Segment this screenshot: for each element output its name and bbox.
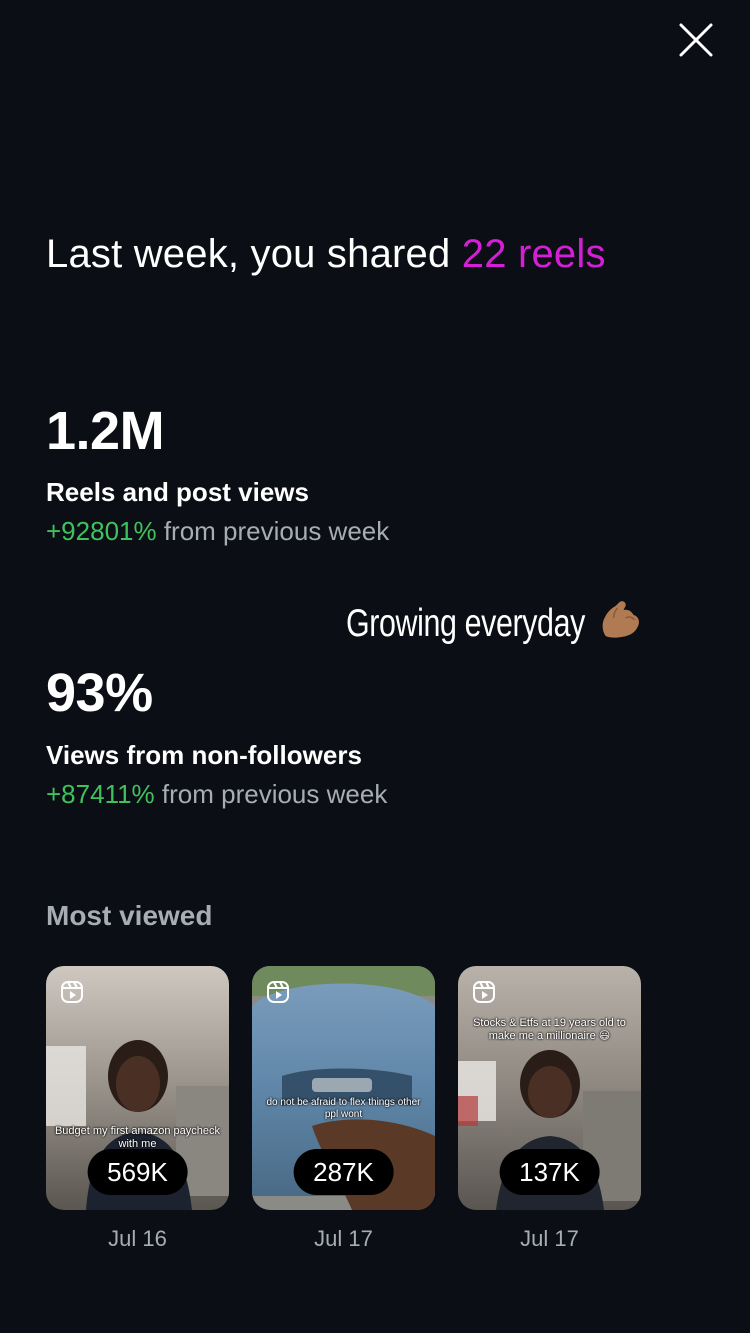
reel-caption: Stocks & Etfs at 19 years old to make me…: [473, 1017, 626, 1042]
reel-card-2[interactable]: do not be afraid to flex things other pp…: [252, 966, 435, 1210]
views-change: +92801% from previous week: [46, 516, 389, 547]
headline-prefix: Last week, you shared: [46, 232, 462, 276]
headline-accent: 22 reels: [461, 232, 606, 276]
reel-view-count: 287K: [293, 1149, 394, 1195]
non-followers-change-pct: +87411%: [46, 779, 155, 809]
views-change-pct: +92801%: [46, 516, 157, 546]
reel-date: Jul 16: [108, 1226, 167, 1251]
most-viewed-title: Most viewed: [46, 900, 213, 931]
views-change-suffix: from previous week: [156, 516, 390, 546]
non-followers-change-suffix: from previous week: [154, 779, 388, 809]
reel-card-1[interactable]: Budget my first amazon paycheck with me …: [46, 966, 229, 1210]
sticker-text: Growing everyday: [346, 602, 585, 645]
reel-caption: Budget my first amazon paycheck with me: [54, 1125, 221, 1150]
reel-card-3[interactable]: Stocks & Etfs at 19 years old to make me…: [458, 966, 641, 1210]
reel-view-count: 569K: [87, 1149, 188, 1195]
reel-view-count: 137K: [499, 1149, 600, 1195]
reels-icon: [267, 981, 289, 1003]
reel-date: Jul 17: [314, 1226, 373, 1251]
views-label: Reels and post views: [46, 477, 309, 507]
non-followers-label: Views from non-followers: [46, 740, 362, 770]
flexed-biceps-icon: [596, 596, 644, 644]
reel-caption: do not be afraid to flex things other pp…: [266, 1097, 421, 1120]
reels-icon: [61, 981, 83, 1003]
reels-icon: [473, 981, 495, 1003]
growing-sticker: Growing everyday: [346, 596, 640, 646]
close-button[interactable]: [672, 16, 720, 64]
close-icon: [679, 23, 713, 57]
reel-date: Jul 17: [520, 1226, 579, 1251]
non-followers-value: 93%: [46, 663, 153, 723]
views-value: 1.2M: [46, 401, 165, 461]
headline: Last week, you shared 22 reels: [46, 232, 606, 277]
non-followers-change: +87411% from previous week: [46, 779, 387, 810]
